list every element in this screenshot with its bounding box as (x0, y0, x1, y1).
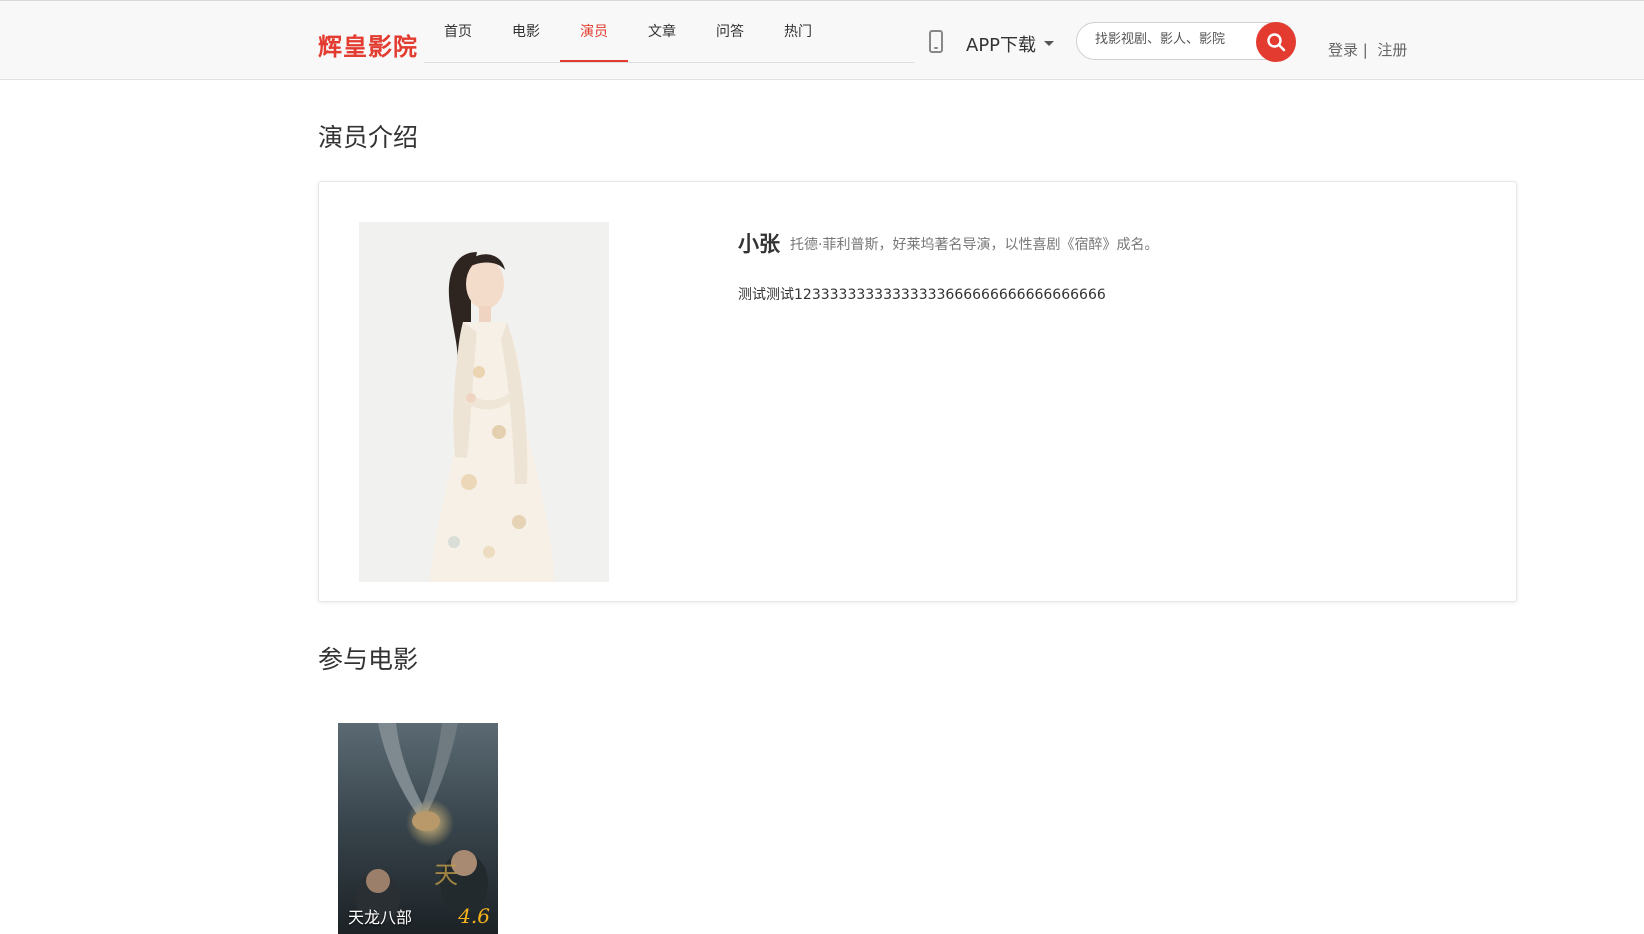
search-icon (1267, 33, 1286, 52)
movie-card[interactable]: 天 天龙八部 4.6 (338, 723, 498, 934)
actor-photo (359, 222, 609, 582)
auth-separator: | (1362, 41, 1368, 59)
svg-text:天: 天 (434, 861, 458, 889)
nav-item-articles[interactable]: 文章 (628, 21, 696, 61)
nav-item-qa[interactable]: 问答 (696, 21, 764, 61)
movie-score: 4.6 (458, 904, 490, 928)
auth-links: 登录 | 注册 (1328, 39, 1407, 60)
movie-title: 天龙八部 (348, 908, 413, 927)
login-link[interactable]: 登录 (1328, 41, 1358, 59)
search-input[interactable] (1095, 32, 1240, 47)
nav-item-movies[interactable]: 电影 (492, 21, 560, 61)
movies-section-title: 参与电影 (318, 645, 419, 674)
actor-bio: 测试测试12333333333333333666666666666666666 (738, 287, 1106, 303)
site-logo[interactable]: 辉皇影院 (318, 27, 418, 62)
actor-section-title: 演员介绍 (318, 123, 419, 152)
register-link[interactable]: 注册 (1377, 41, 1407, 59)
actor-name: 小张 (738, 232, 780, 256)
app-download-label: APP下载 (966, 35, 1037, 56)
movie-poster-image: 天 (338, 723, 498, 934)
nav-item-actors[interactable]: 演员 (560, 21, 628, 62)
phone-icon (929, 30, 943, 53)
top-header: 辉皇影院 首页 电影 演员 文章 问答 热门 APP下载 登录 | 注册 (0, 0, 1644, 80)
search-button[interactable] (1256, 22, 1296, 62)
actor-description: 托德·菲利普斯，好莱坞著名导演，以性喜剧《宿醉》成名。 (790, 237, 1159, 253)
main-nav: 首页 电影 演员 文章 问答 热门 (424, 1, 914, 63)
actor-card: 小张 托德·菲利普斯，好莱坞著名导演，以性喜剧《宿醉》成名。 测试测试12333… (318, 181, 1517, 602)
nav-item-home[interactable]: 首页 (424, 21, 492, 61)
actor-portrait-image (359, 222, 609, 582)
nav-item-hot[interactable]: 热门 (764, 21, 832, 61)
chevron-down-icon (1044, 41, 1054, 46)
